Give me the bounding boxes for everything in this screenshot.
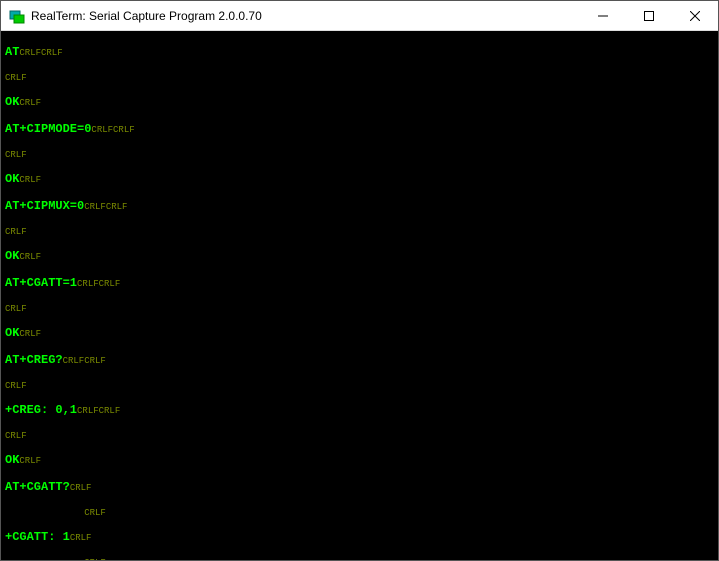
maximize-button[interactable] [626,1,672,30]
terminal-output[interactable]: ATCRLFCRLF CRLF OKCRLF AT+CIPMODE=0CRLFC… [1,31,718,560]
crlf-marker: CRLF [70,483,92,493]
crlf-marker: CRLF [5,73,27,83]
ok-resp: OK [5,95,19,109]
crlf-marker: CRLFCRLF [91,125,134,135]
cipmux-cmd: AT+CIPMUX=0 [5,199,84,213]
crlf-marker: CRLF [19,456,41,466]
ok-resp: OK [5,326,19,340]
close-icon [690,11,700,21]
titlebar[interactable]: RealTerm: Serial Capture Program 2.0.0.7… [1,1,718,31]
cipmode-cmd: AT+CIPMODE=0 [5,122,91,136]
window-title: RealTerm: Serial Capture Program 2.0.0.7… [31,9,580,23]
crlf-marker: CRLF [19,175,41,185]
crlf-marker: CRLFCRLF [19,48,62,58]
crlf-marker: CRLF [5,150,27,160]
creg-resp: +CREG: 0,1 [5,403,77,417]
crlf-marker: CRLF [5,431,27,441]
cgattq-cmd: AT+CGATT? [5,480,70,494]
minimize-icon [598,11,608,21]
at-cmd: AT [5,45,19,59]
crlf-marker: CRLF [70,533,92,543]
cgatt-resp: +CGATT: 1 [5,530,70,544]
crlf-marker: CRLF [5,304,27,314]
app-icon [9,8,25,24]
ok-resp: OK [5,249,19,263]
crlf-marker: CRLF [5,381,27,391]
crlf-marker: CRLFCRLF [63,356,106,366]
crlf-marker: CRLF [84,508,106,518]
crlf-marker: CRLF [19,98,41,108]
crlf-marker: CRLFCRLF [77,406,120,416]
minimize-button[interactable] [580,1,626,30]
crlf-marker: CRLFCRLF [77,279,120,289]
ok-resp: OK [5,172,19,186]
cgatt-cmd: AT+CGATT=1 [5,276,77,290]
crlf-marker: CRLF [19,252,41,262]
app-window: RealTerm: Serial Capture Program 2.0.0.7… [0,0,719,561]
ok-resp: OK [5,453,19,467]
close-button[interactable] [672,1,718,30]
creg-cmd: AT+CREG? [5,353,63,367]
maximize-icon [644,11,654,21]
crlf-marker: CRLF [19,329,41,339]
crlf-marker: CRLF [84,558,106,560]
crlf-marker: CRLF [5,227,27,237]
window-controls [580,1,718,30]
crlf-marker: CRLFCRLF [84,202,127,212]
